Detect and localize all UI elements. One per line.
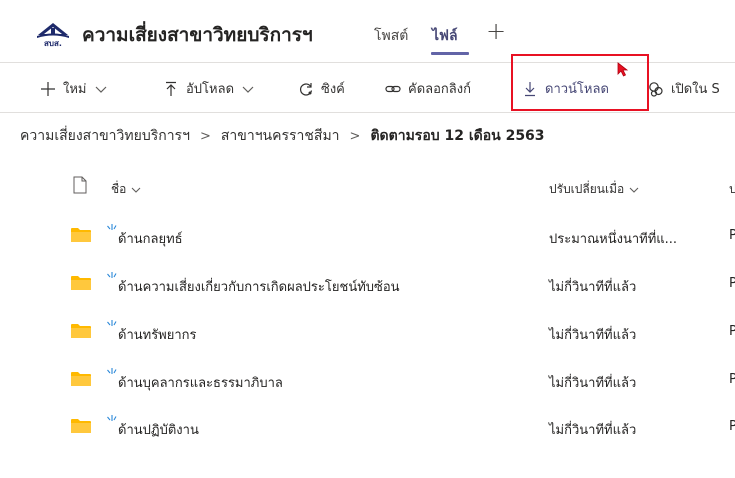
tab-files[interactable]: ไฟล์ <box>432 25 458 47</box>
new-item-sparkle-icon <box>107 224 117 230</box>
new-label: ใหม่ <box>63 82 87 97</box>
channel-title: ความเสี่ยงสาขาวิทยบริการฯ <box>82 24 313 46</box>
folder-icon <box>71 372 91 386</box>
new-item-sparkle-icon <box>107 272 117 278</box>
add-tab-button[interactable]: + <box>486 17 506 45</box>
folder-icon <box>71 419 91 433</box>
file-type-icon <box>73 176 87 194</box>
column-header-modified[interactable]: ปรับเปลี่ยนเมื่อ <box>549 180 640 199</box>
upload-label: อัปโหลด <box>186 82 235 97</box>
row-modified: ไม่กี่วินาทีที่แล้ว <box>549 423 637 438</box>
breadcrumb-item-branch[interactable]: สาขาฯนครราชสีมา <box>221 125 340 147</box>
chevron-down-icon <box>242 86 254 93</box>
chevron-right-icon: > <box>349 128 361 144</box>
mouse-cursor-icon <box>617 62 629 77</box>
toolbar-divider <box>0 112 735 113</box>
table-row[interactable]: ด้านกลยุทธ์ ประมาณหนึ่งนาทีที่แ... P <box>0 213 735 257</box>
column-header-modified-by-label: ป <box>729 182 735 196</box>
sync-icon <box>300 82 313 96</box>
row-modified: ไม่กี่วินาทีที่แล้ว <box>549 280 637 295</box>
column-header-name-label: ชื่อ <box>111 182 127 196</box>
copy-link-button[interactable]: คัดลอกลิงก์ <box>385 78 471 99</box>
open-in-button[interactable]: เปิดใน S <box>648 78 720 99</box>
chevron-right-icon: > <box>199 128 211 144</box>
row-modified-by: P <box>729 324 735 339</box>
channel-header: สบส. ความเสี่ยงสาขาวิทยบริการฯ โพสต์ ไฟล… <box>0 0 735 62</box>
upload-button[interactable]: อัปโหลด <box>163 78 254 99</box>
column-header-name[interactable]: ชื่อ <box>111 180 142 199</box>
chevron-down-icon <box>95 86 106 93</box>
folder-icon <box>71 228 91 242</box>
new-item-sparkle-icon <box>107 415 117 421</box>
table-row[interactable]: ด้านความเสี่ยงเกี่ยวกับการเกิดผลประโยชน์… <box>0 261 735 305</box>
table-row[interactable]: ด้านปฏิบัติงาน ไม่กี่วินาทีที่แล้ว P <box>0 404 735 448</box>
tab-posts[interactable]: โพสต์ <box>374 25 408 47</box>
plus-icon <box>41 81 55 96</box>
column-header-modified-label: ปรับเปลี่ยนเมื่อ <box>549 182 625 196</box>
column-header-modified-by[interactable]: ป <box>729 180 735 199</box>
sharepoint-icon <box>649 81 663 97</box>
row-name[interactable]: ด้านกลยุทธ์ <box>118 228 183 249</box>
new-item-sparkle-icon <box>107 368 117 374</box>
table-row[interactable]: ด้านทรัพยากร ไม่กี่วินาทีที่แล้ว P <box>0 309 735 353</box>
logo-text: สบส. <box>44 39 62 47</box>
sync-button[interactable]: ซิงค์ <box>298 78 345 99</box>
copy-link-label: คัดลอกลิงก์ <box>408 82 471 97</box>
open-in-label: เปิดใน S <box>671 82 720 97</box>
active-tab-indicator <box>431 52 469 55</box>
row-modified-by: P <box>729 276 735 291</box>
table-row[interactable]: ด้านบุคลากรและธรรมาภิบาล ไม่กี่วินาทีที่… <box>0 357 735 401</box>
new-item-sparkle-icon <box>107 320 117 326</box>
team-logo: สบส. <box>37 23 69 47</box>
sync-label: ซิงค์ <box>321 82 345 97</box>
row-modified: ไม่กี่วินาทีที่แล้ว <box>549 376 637 391</box>
row-modified-by: P <box>729 372 735 387</box>
row-name[interactable]: ด้านทรัพยากร <box>118 324 197 345</box>
new-button[interactable]: ใหม่ <box>40 78 107 99</box>
row-name[interactable]: ด้านบุคลากรและธรรมาภิบาล <box>118 372 283 393</box>
row-modified: ไม่กี่วินาทีที่แล้ว <box>549 328 637 343</box>
breadcrumb-item-current: ติดตามรอบ 12 เดือน 2563 <box>370 128 545 144</box>
row-name[interactable]: ด้านปฏิบัติงาน <box>118 419 199 440</box>
folder-icon <box>71 324 91 338</box>
upload-icon <box>166 81 176 96</box>
row-modified-by: P <box>729 419 735 434</box>
row-name[interactable]: ด้านความเสี่ยงเกี่ยวกับการเกิดผลประโยชน์… <box>118 276 400 297</box>
row-modified: ประมาณหนึ่งนาทีที่แ... <box>549 232 678 247</box>
breadcrumb-item-channel[interactable]: ความเสี่ยงสาขาวิทยบริการฯ <box>20 125 190 147</box>
chevron-down-icon <box>629 187 639 193</box>
row-modified-by: P <box>729 228 735 243</box>
chevron-down-icon <box>131 187 141 193</box>
folder-icon <box>71 276 91 290</box>
breadcrumb: ความเสี่ยงสาขาวิทยบริการฯ > สาขาฯนครราชส… <box>20 125 545 147</box>
link-icon <box>385 85 401 92</box>
